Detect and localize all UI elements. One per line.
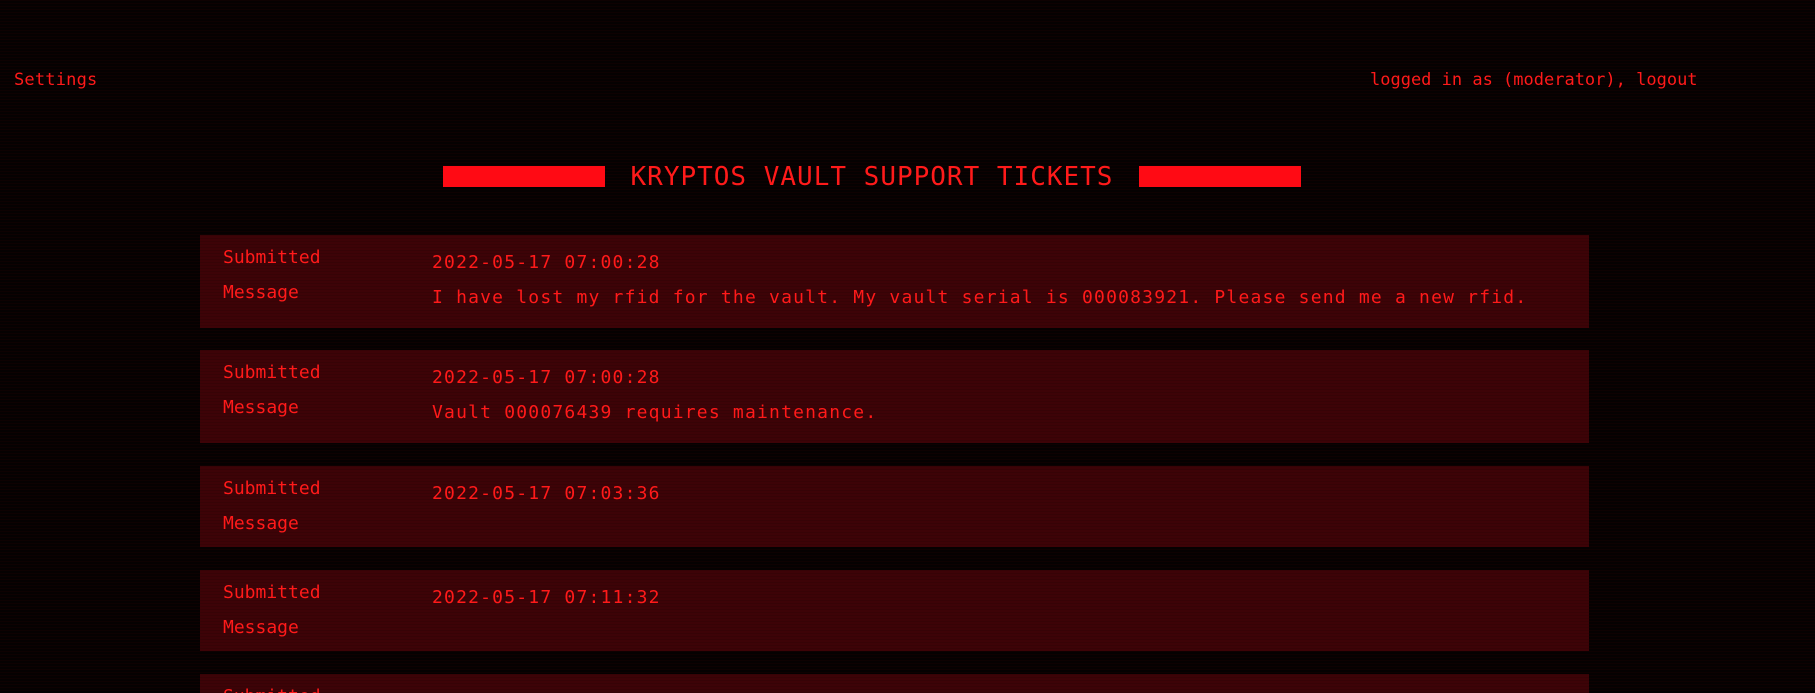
ticket-card: Submitted 2022-05-17 07:03:36 Message (200, 466, 1589, 547)
ticket-card: Submitted 2022-05-17 07:00:28 Message I … (200, 235, 1589, 328)
ticket-card: Submitted (200, 674, 1589, 693)
submitted-label: Submitted (223, 362, 321, 383)
page-title: KRYPTOS VAULT SUPPORT TICKETS (630, 162, 1114, 192)
message-label: Message (223, 397, 299, 418)
submitted-label: Submitted (223, 247, 321, 268)
submitted-value: 2022-05-17 07:00:28 (432, 252, 661, 273)
message-value: I have lost my rfid for the vault. My va… (432, 287, 1528, 308)
submitted-value: 2022-05-17 07:11:32 (432, 587, 661, 608)
submitted-label: Submitted (223, 478, 321, 499)
settings-link[interactable]: Settings (14, 70, 97, 90)
title-bar-right (1139, 166, 1301, 187)
title-row: KRYPTOS VAULT SUPPORT TICKETS (0, 160, 1815, 192)
message-label: Message (223, 282, 299, 303)
logout-link[interactable]: logout (1636, 70, 1697, 90)
message-label: Message (223, 617, 299, 638)
message-label: Message (223, 513, 299, 534)
message-value: Vault 000076439 requires maintenance. (432, 402, 878, 423)
submitted-label: Submitted (223, 582, 321, 603)
submitted-value: 2022-05-17 07:00:28 (432, 367, 661, 388)
title-bar-left (443, 166, 605, 187)
login-status: logged in as (moderator), logout (1370, 70, 1698, 90)
submitted-label: Submitted (223, 686, 321, 693)
login-status-text: logged in as (moderator), (1370, 70, 1626, 90)
ticket-card: Submitted 2022-05-17 07:11:32 Message (200, 570, 1589, 651)
ticket-card: Submitted 2022-05-17 07:00:28 Message Va… (200, 350, 1589, 443)
submitted-value: 2022-05-17 07:03:36 (432, 483, 661, 504)
